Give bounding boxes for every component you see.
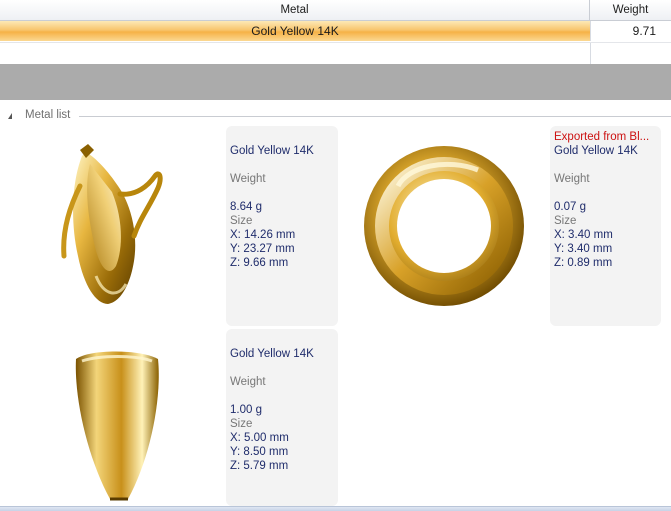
metal-info-panel: Gold Yellow 14K Weight 8.64 g Size X: 14… — [226, 126, 338, 326]
metal-name: Gold Yellow 14K — [230, 145, 314, 157]
group-divider — [79, 116, 671, 117]
size-y: Y: 3.40 mm — [554, 243, 613, 255]
table-empty-area — [0, 64, 671, 100]
size-z: Z: 9.66 mm — [230, 257, 289, 269]
empty-table-row — [0, 42, 671, 64]
table-header: Metal Weight — [0, 0, 671, 21]
group-title: Metal list — [25, 109, 71, 121]
size-y: Y: 8.50 mm — [230, 446, 289, 458]
size-y: Y: 23.27 mm — [230, 243, 295, 255]
panel-bottom-border — [0, 506, 671, 511]
size-x: X: 3.40 mm — [554, 229, 613, 241]
weight-value: 0.07 g — [554, 201, 586, 213]
weight-label: Weight — [230, 173, 266, 185]
weight-cell[interactable]: 9.71 — [590, 21, 671, 41]
size-x: X: 14.26 mm — [230, 229, 296, 241]
weight-label: Weight — [230, 376, 266, 388]
size-x: X: 5.00 mm — [230, 432, 289, 444]
metal-name: Gold Yellow 14K — [230, 348, 314, 360]
size-z: Z: 5.79 mm — [230, 460, 289, 472]
weight-value: 8.64 g — [230, 201, 262, 213]
weight-label: Weight — [554, 173, 590, 185]
metal-item-card[interactable]: Gold Yellow 14K Weight 1.00 g Size X: 5.… — [0, 329, 338, 506]
weight-value: 1.00 g — [230, 404, 262, 416]
metal-info-panel: Gold Yellow 14K Weight 1.00 g Size X: 5.… — [226, 329, 338, 506]
banana-pendant-thumbnail — [0, 126, 226, 326]
column-divider — [590, 43, 591, 64]
metal-name: Gold Yellow 14K — [554, 145, 638, 157]
column-header-metal[interactable]: Metal — [0, 0, 590, 20]
metal-item-card[interactable]: Gold Yellow 14K Weight 8.64 g Size X: 14… — [0, 126, 338, 326]
size-label: Size — [230, 215, 253, 227]
metal-item-card[interactable]: Exported from Bl... Gold Yellow 14K Weig… — [338, 126, 661, 326]
gold-ring-thumbnail — [338, 126, 550, 326]
metal-info-panel: Exported from Bl... Gold Yellow 14K Weig… — [550, 126, 661, 326]
export-source-label — [230, 333, 334, 347]
export-source-label: Exported from Bl... — [554, 131, 650, 143]
bail-thumbnail — [0, 329, 226, 506]
metal-cell[interactable]: Gold Yellow 14K — [0, 21, 590, 41]
export-source-label — [230, 130, 334, 144]
size-label: Size — [230, 418, 253, 430]
collapse-arrow-icon[interactable] — [8, 113, 12, 119]
size-z: Z: 0.89 mm — [554, 257, 613, 269]
column-header-weight[interactable]: Weight — [590, 0, 671, 20]
metal-list-group-header[interactable]: Metal list — [0, 108, 671, 126]
table-row[interactable]: Gold Yellow 14K 9.71 — [0, 21, 671, 41]
size-label: Size — [554, 215, 577, 227]
